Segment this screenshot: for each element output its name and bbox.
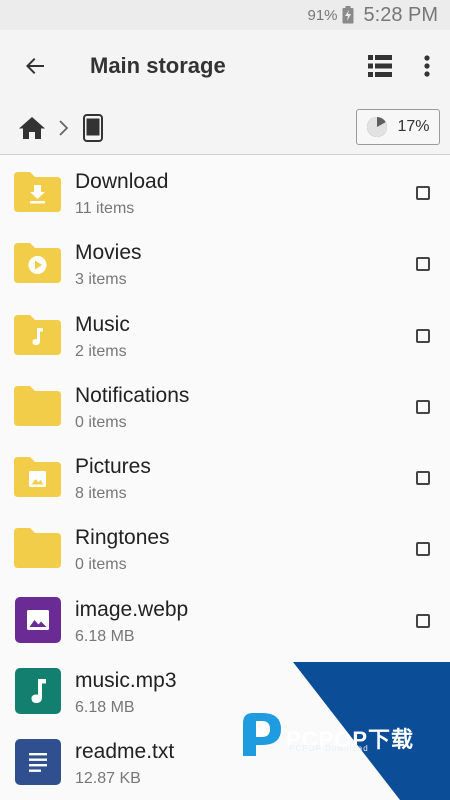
- back-button[interactable]: [15, 46, 55, 86]
- music-folder-icon: [14, 313, 61, 357]
- item-name: Movies: [75, 241, 142, 265]
- storage-usage-button[interactable]: 17%: [356, 109, 440, 145]
- storage-percent: 17%: [397, 118, 430, 135]
- item-meta: 11 items: [75, 200, 135, 217]
- item-name: Pictures: [75, 455, 151, 479]
- breadcrumb-separator: [54, 118, 72, 138]
- list-item[interactable]: Notifications 0 items: [0, 369, 450, 440]
- item-meta: 2 items: [75, 342, 127, 360]
- item-name: Music: [75, 312, 130, 336]
- breadcrumb-home[interactable]: [16, 112, 48, 144]
- app-bar: Main storage: [0, 30, 450, 102]
- select-checkbox[interactable]: [416, 186, 430, 200]
- list-view-button[interactable]: [360, 46, 400, 86]
- download-folder-icon: [14, 170, 61, 214]
- battery-percent: 91%: [307, 6, 338, 24]
- list-item[interactable]: Download 11 items: [0, 155, 450, 226]
- battery-charging-icon: [342, 6, 354, 24]
- pictures-folder-icon: [14, 455, 61, 499]
- home-icon: [19, 117, 45, 139]
- select-checkbox[interactable]: [416, 471, 430, 486]
- list-item[interactable]: Pictures 8 items: [0, 440, 450, 511]
- text-file-icon: [14, 739, 61, 786]
- breadcrumb: 17%: [0, 102, 450, 155]
- item-name: image.webp: [75, 597, 189, 621]
- list-view-icon: [368, 55, 392, 77]
- clock: 5:28 PM: [363, 3, 438, 26]
- pie-chart-icon: [367, 117, 388, 137]
- item-meta: 0 items: [75, 413, 127, 431]
- status-bar: 91% 5:28 PM: [0, 0, 450, 30]
- item-name: Notifications: [75, 383, 190, 407]
- select-checkbox[interactable]: [416, 257, 430, 272]
- item-name: readme.txt: [75, 740, 175, 764]
- file-list: Download 11 items Movies 3 items Music 2…: [0, 155, 450, 797]
- list-item[interactable]: music.mp3 6.18 MB: [0, 654, 450, 725]
- item-name: Download: [75, 170, 169, 193]
- select-checkbox[interactable]: [416, 613, 430, 628]
- select-checkbox[interactable]: [416, 399, 430, 414]
- folder-icon: [14, 384, 61, 428]
- more-options-button[interactable]: [412, 46, 442, 86]
- audio-file-icon: [14, 668, 61, 715]
- image-file-icon: [14, 596, 61, 643]
- item-meta: 3 items: [75, 271, 127, 289]
- list-item[interactable]: Ringtones 0 items: [0, 511, 450, 582]
- arrow-back-icon: [26, 58, 44, 74]
- item-meta: 0 items: [75, 556, 127, 574]
- chevron-right-icon: [59, 120, 68, 136]
- list-item[interactable]: Music 2 items: [0, 298, 450, 369]
- select-checkbox[interactable]: [416, 328, 430, 343]
- list-item[interactable]: Movies 3 items: [0, 226, 450, 297]
- item-meta: 6.18 MB: [75, 627, 135, 645]
- item-name: music.mp3: [75, 669, 177, 693]
- item-meta: 12.87 KB: [75, 770, 141, 788]
- folder-icon: [14, 526, 61, 570]
- more-vert-icon: [424, 55, 430, 77]
- movies-folder-icon: [14, 241, 61, 285]
- page-title: Main storage: [90, 53, 226, 78]
- list-item[interactable]: readme.txt 12.87 KB: [0, 725, 450, 796]
- item-meta: 6.18 MB: [75, 699, 135, 717]
- breadcrumb-device[interactable]: [80, 112, 106, 144]
- select-checkbox[interactable]: [416, 542, 430, 557]
- item-meta: 8 items: [75, 485, 127, 503]
- item-name: Ringtones: [75, 526, 170, 550]
- list-item[interactable]: image.webp 6.18 MB: [0, 583, 450, 654]
- smartphone-icon: [83, 114, 103, 142]
